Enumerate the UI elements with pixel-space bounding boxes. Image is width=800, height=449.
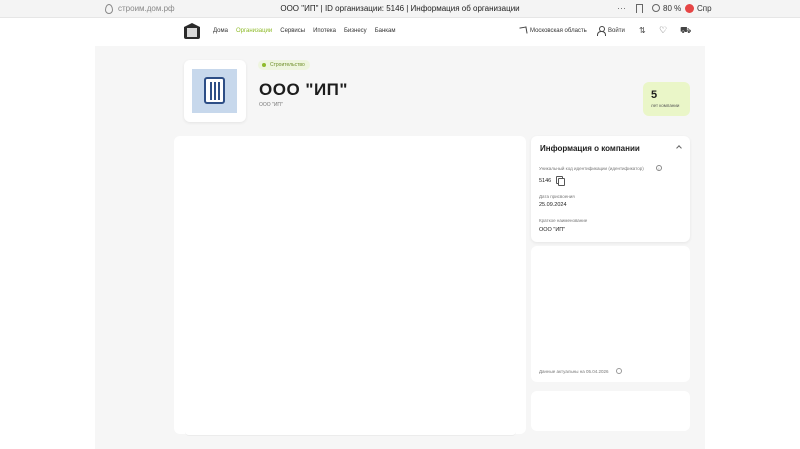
company-logo-mark (204, 77, 225, 104)
date-value: 25.09.2024 (539, 202, 567, 208)
nav-item-organizations[interactable]: Организации (236, 28, 272, 34)
cart-icon[interactable]: ⛟ (680, 26, 691, 35)
short-name-label: Краткое наименование (539, 218, 588, 223)
info-icon[interactable]: i (656, 165, 662, 171)
side-card (531, 246, 690, 382)
id-value: 5146 (539, 178, 552, 184)
main-panel-footer (185, 432, 516, 436)
reference-icon[interactable] (685, 4, 694, 13)
region-selector[interactable]: Московская область (530, 28, 587, 34)
bookmark-icon[interactable] (636, 4, 643, 13)
login-link[interactable]: Войти (608, 28, 625, 34)
copy-icon[interactable] (556, 176, 565, 186)
zoom-icon[interactable] (652, 4, 660, 12)
nav-item-business[interactable]: Бизнесу (344, 28, 367, 34)
side-card-bottom (531, 391, 690, 431)
reference-label[interactable]: Спр (697, 4, 712, 13)
company-name: ООО "ИП" (259, 80, 348, 99)
favorites-heart-icon[interactable]: ♡ (659, 26, 667, 35)
years-label: лет компании (651, 103, 680, 108)
short-name-value: ООО "ИП" (539, 227, 566, 233)
info-circle-icon[interactable] (616, 368, 622, 374)
date-label: Дата присвоения (539, 194, 575, 199)
company-subtitle: ООО "ИП" (259, 102, 283, 108)
nav-item-mortgage[interactable]: Ипотека (313, 28, 336, 34)
company-info-title[interactable]: Информация о компании (540, 144, 640, 153)
nav-item-services[interactable]: Сервисы (280, 28, 305, 34)
site-logo-inner (187, 28, 197, 37)
id-label: Уникальный код идентификации (идентифика… (539, 166, 644, 171)
nav-item-houses[interactable]: Дома (213, 28, 228, 34)
main-nav: Дома Организации Сервисы Ипотека Бизнесу… (213, 28, 396, 34)
user-icon[interactable] (597, 26, 606, 36)
nav-item-banks[interactable]: Банкам (375, 28, 396, 34)
main-content-panel (174, 136, 526, 434)
more-icon[interactable]: ··· (617, 3, 626, 13)
navigation-arrow-icon[interactable] (519, 26, 528, 35)
years-value: 5 (651, 89, 658, 101)
compare-icon[interactable]: ⇅ (639, 27, 646, 35)
tag-dot-icon (262, 63, 266, 67)
data-actual-note: Данные актуальны на 05.04.2026 (539, 369, 609, 374)
zoom-level[interactable]: 80 % (663, 4, 681, 13)
